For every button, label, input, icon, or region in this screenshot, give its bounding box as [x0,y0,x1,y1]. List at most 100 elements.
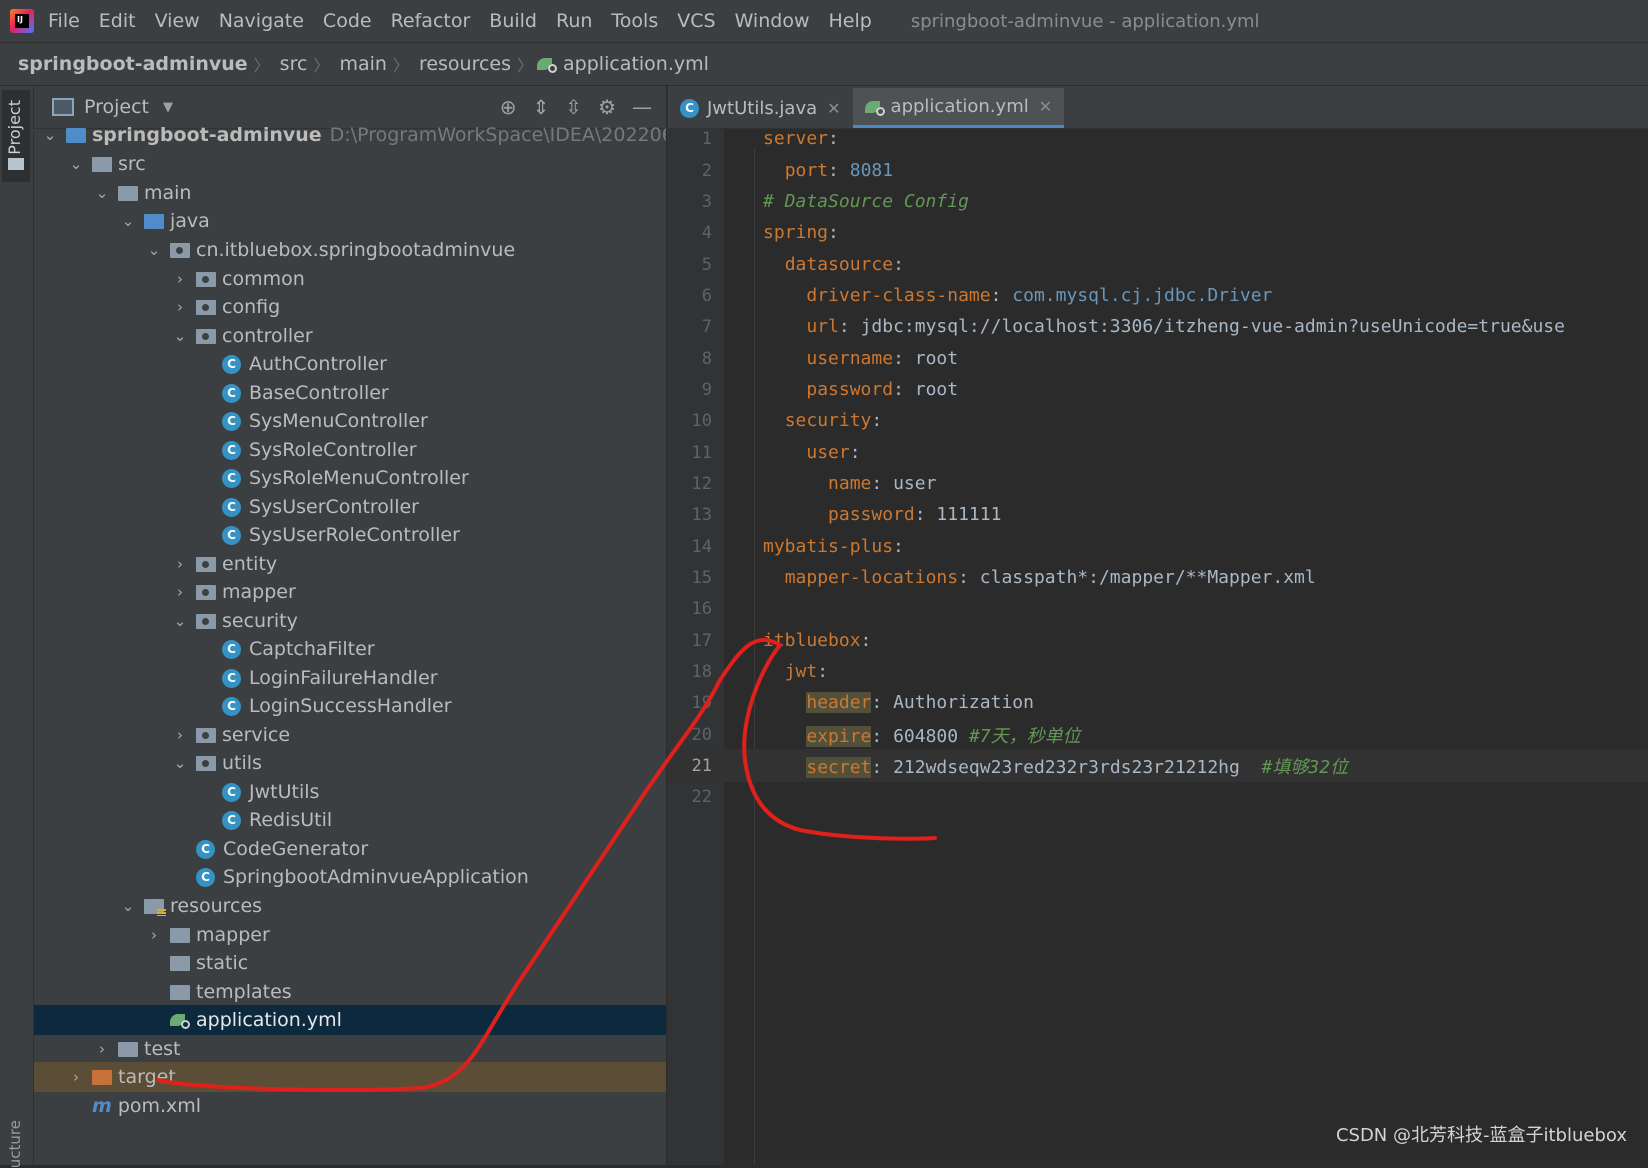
tree-package[interactable]: ⌄ cn.itbluebox.springbootadminvue [144,235,515,265]
tree-controller[interactable]: ⌄ controller [170,321,313,351]
tree-static[interactable]: static [170,948,248,978]
chevron-down-icon[interactable]: ⌄ [66,155,86,173]
tree-class[interactable]: C JwtUtils [222,777,319,807]
tree-class[interactable]: C CodeGenerator [196,834,368,864]
code-line[interactable]: 9 password: root [668,373,1648,406]
chevron-right-icon[interactable]: › [170,298,190,316]
tree-class[interactable]: C RedisUtil [222,805,332,835]
expand-all-icon[interactable]: ⇕ [533,95,550,119]
chevron-down-icon[interactable]: ⌄ [40,126,60,144]
chevron-down-icon[interactable]: ⌄ [170,612,190,630]
menu-vcs[interactable]: VCS [677,10,715,32]
tree-class[interactable]: C SpringbootAdminvueApplication [196,862,529,892]
tree-common[interactable]: › common [170,264,305,294]
chevron-right-icon[interactable]: › [66,1068,86,1086]
tree-service[interactable]: › service [170,720,290,750]
collapse-all-icon[interactable]: ⇳ [565,95,582,119]
tree-class[interactable]: C SysRoleController [222,435,417,465]
tree-class[interactable]: C LoginSuccessHandler [222,691,452,721]
code-line[interactable]: 19 header: Authorization [668,686,1648,719]
chevron-right-icon[interactable]: › [92,1040,112,1058]
menu-edit[interactable]: Edit [99,10,136,32]
menu-code[interactable]: Code [323,10,372,32]
code-line[interactable]: 6 driver-class-name: com.mysql.cj.jdbc.D… [668,279,1648,312]
project-tool-tab[interactable]: Project [2,90,30,182]
code-line[interactable]: 20 expire: 604800 #7天，秒单位 [668,718,1648,751]
code-line[interactable]: 10 security: [668,404,1648,437]
tree-class[interactable]: C CaptchaFilter [222,634,375,664]
code-line[interactable]: 5 datasource: [668,248,1648,281]
menu-window[interactable]: Window [735,10,810,32]
project-panel-title[interactable]: Project [84,96,149,118]
menu-run[interactable]: Run [556,10,592,32]
chevron-down-icon[interactable]: ⌄ [170,754,190,772]
tree-resources[interactable]: ⌄ resources [118,891,262,921]
tree-main[interactable]: ⌄ main [92,178,192,208]
breadcrumb-main[interactable]: main [329,53,392,75]
tree-res-mapper[interactable]: › mapper [144,920,270,950]
tree-security[interactable]: ⌄ security [170,606,298,636]
tree-target[interactable]: › target [34,1062,666,1092]
code-line-current[interactable]: 21 secret: 212wdseqw23red232r3rds23r2121… [668,749,1648,782]
menu-help[interactable]: Help [828,10,871,32]
menu-tools[interactable]: Tools [611,10,658,32]
chevron-down-icon[interactable]: ⌄ [118,212,138,230]
code-line[interactable]: 1 server: [668,122,1648,155]
chevron-down-icon[interactable]: ⌄ [170,327,190,345]
tree-application-yml[interactable]: application.yml [34,1005,666,1035]
close-icon[interactable]: ✕ [1039,97,1052,116]
hide-icon[interactable]: — [632,95,652,119]
chevron-right-icon[interactable]: › [170,583,190,601]
breadcrumb-src[interactable]: src [270,53,314,75]
code-line[interactable]: 17 itbluebox: [668,624,1648,657]
chevron-down-icon[interactable]: ▼ [163,100,173,115]
code-line[interactable]: 2 port: 8081 [668,154,1648,187]
chevron-down-icon[interactable]: ⌄ [92,184,112,202]
chevron-right-icon[interactable]: › [170,555,190,573]
code-line[interactable]: 11 user: [668,436,1648,469]
tree-mapper[interactable]: › mapper [170,577,296,607]
code-line[interactable]: 22 [668,780,1648,813]
breadcrumb-file[interactable]: application.yml [563,53,715,75]
chevron-down-icon[interactable]: ⌄ [118,897,138,915]
close-icon[interactable]: ✕ [827,99,840,118]
tree-test[interactable]: › test [92,1034,181,1064]
tree-entity[interactable]: › entity [170,549,277,579]
menu-refactor[interactable]: Refactor [391,10,471,32]
code-line[interactable]: 14 mybatis-plus: [668,530,1648,563]
tree-class[interactable]: C AuthController [222,349,387,379]
tree-class[interactable]: C LoginFailureHandler [222,663,438,693]
menu-build[interactable]: Build [489,10,537,32]
menu-navigate[interactable]: Navigate [219,10,304,32]
code-line[interactable]: 8 username: root [668,342,1648,375]
code-line[interactable]: 7 url: jdbc:mysql://localhost:3306/itzhe… [668,310,1648,343]
breadcrumb-project[interactable]: springboot-adminvue [0,53,254,75]
tree-pom[interactable]: m pom.xml [92,1091,201,1121]
tree-src[interactable]: ⌄ src [66,149,146,179]
tree-templates[interactable]: templates [170,977,292,1007]
code-line[interactable]: 4 spring: [668,216,1648,249]
tree-utils[interactable]: ⌄ utils [170,748,262,778]
tree-class[interactable]: C SysRoleMenuController [222,463,469,493]
code-line[interactable]: 16 [668,592,1648,625]
chevron-right-icon[interactable]: › [170,270,190,288]
gear-icon[interactable]: ⚙ [598,95,616,119]
tree-java[interactable]: ⌄ java [118,206,210,236]
structure-tool-label[interactable]: ucture [6,1120,24,1168]
code-line[interactable]: 3 # DataSource Config [668,185,1648,218]
chevron-down-icon[interactable]: ⌄ [144,241,164,259]
code-line[interactable]: 18 jwt: [668,655,1648,688]
tree-root[interactable]: ⌄ springboot-adminvue D:\ProgramWorkSpac… [40,120,666,150]
locate-icon[interactable]: ⊕ [500,95,517,119]
code-line[interactable]: 15 mapper-locations: classpath*:/mapper/… [668,561,1648,594]
tree-class[interactable]: C SysUserController [222,492,419,522]
tree-class[interactable]: C BaseController [222,378,389,408]
menu-view[interactable]: View [155,10,200,32]
tree-class[interactable]: C SysUserRoleController [222,520,460,550]
code-line[interactable]: 12 name: user [668,467,1648,500]
code-line[interactable]: 13 password: 111111 [668,498,1648,531]
chevron-right-icon[interactable]: › [144,926,164,944]
tree-config[interactable]: › config [170,292,280,322]
breadcrumb-resources[interactable]: resources [409,53,517,75]
chevron-right-icon[interactable]: › [170,726,190,744]
